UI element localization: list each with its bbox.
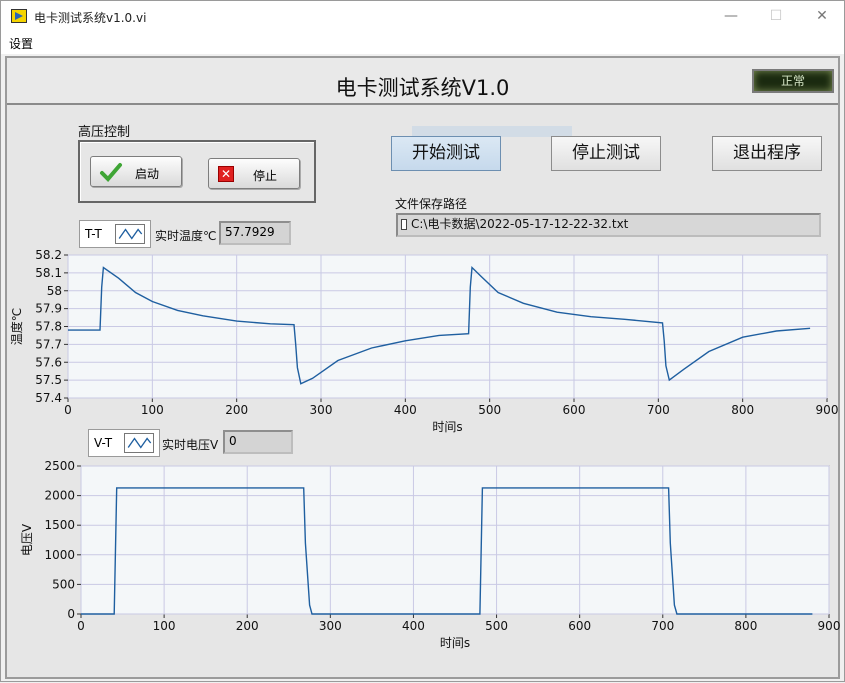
y-tick-label: 2500: [44, 459, 75, 473]
x-tick-label: 200: [236, 619, 259, 633]
y-tick-label: 1000: [44, 548, 75, 562]
x-tick-label: 700: [651, 619, 674, 633]
y-tick-label: 0: [67, 607, 75, 621]
x-tick-label: 500: [485, 619, 508, 633]
y-tick-label: 2000: [44, 489, 75, 503]
app-window: 电卡测试系统v1.0.vi — ☐ ✕ 设置 电卡测试系统V1.0 正常 高压控…: [0, 0, 845, 682]
voltage-chart[interactable]: 0 100 200 300 400 500 600 700 800 900 2500 2000 1500…: [1, 1, 845, 683]
y-tick-label: 1500: [44, 518, 75, 532]
x-tick-label: 600: [568, 619, 591, 633]
y-tick-label: 500: [52, 577, 75, 591]
y-axis-label: 电压V: [20, 523, 34, 556]
x-tick-label: 400: [402, 619, 425, 633]
x-tick-label: 0: [77, 619, 85, 633]
x-tick-label: 800: [734, 619, 757, 633]
x-tick-label: 100: [153, 619, 176, 633]
x-tick-label: 300: [319, 619, 342, 633]
x-tick-label: 900: [818, 619, 841, 633]
x-axis-label: 时间s: [440, 636, 470, 650]
